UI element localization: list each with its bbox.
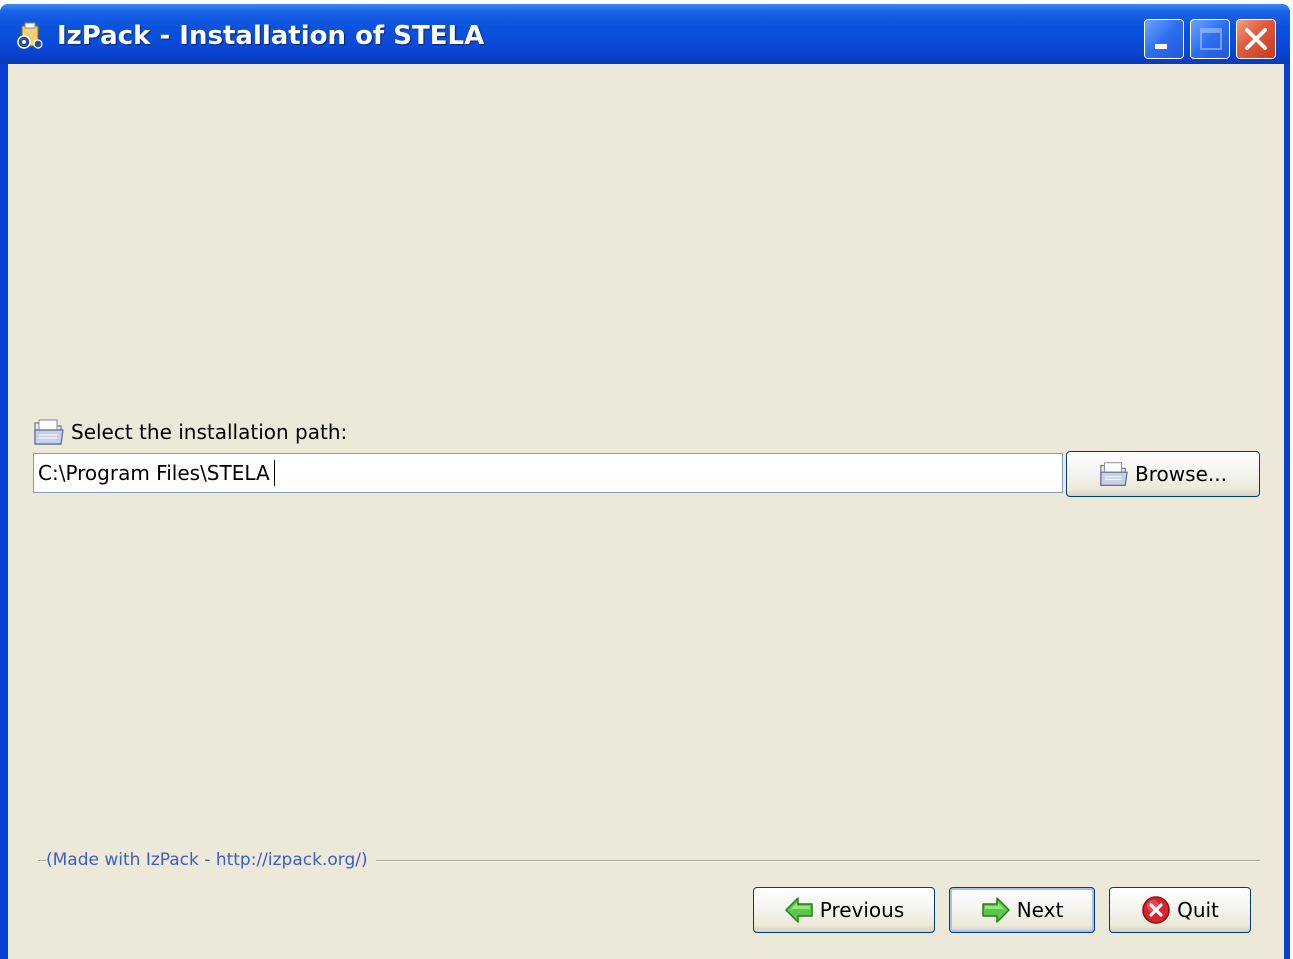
previous-button-label: Previous <box>819 898 905 922</box>
arrow-left-icon <box>784 897 813 923</box>
browse-button[interactable]: Browse... <box>1066 451 1260 497</box>
installer-panel: Select the installation path: Browse... … <box>8 64 1284 959</box>
installer-window: IzPack - Installation of STELA Select th… <box>0 4 1290 959</box>
folder-icon <box>1100 462 1128 486</box>
install-path-input[interactable] <box>33 453 1063 493</box>
arrow-right-icon <box>981 897 1010 923</box>
izpack-credit: (Made with IzPack - http://izpack.org/) <box>46 850 376 870</box>
browse-button-label: Browse... <box>1135 462 1227 486</box>
next-button[interactable]: Next <box>949 887 1095 933</box>
close-button[interactable] <box>1236 19 1276 59</box>
text-caret <box>274 460 275 486</box>
quit-button[interactable]: Quit <box>1109 887 1251 933</box>
previous-button[interactable]: Previous <box>753 887 935 933</box>
install-path-label: Select the installation path: <box>71 420 348 444</box>
path-label-row: Select the installation path: <box>33 417 347 447</box>
minimize-icon <box>1155 44 1167 49</box>
title-bar[interactable]: IzPack - Installation of STELA <box>0 4 1290 64</box>
maximize-icon <box>1200 28 1222 50</box>
minimize-button[interactable] <box>1144 19 1184 59</box>
stop-icon <box>1142 896 1170 924</box>
window-title: IzPack - Installation of STELA <box>57 21 485 51</box>
quit-button-label: Quit <box>1177 898 1219 922</box>
next-button-label: Next <box>1016 898 1064 922</box>
izpack-app-icon <box>17 22 43 49</box>
maximize-button <box>1190 19 1230 59</box>
close-icon <box>1245 28 1267 50</box>
folder-icon <box>34 419 64 445</box>
